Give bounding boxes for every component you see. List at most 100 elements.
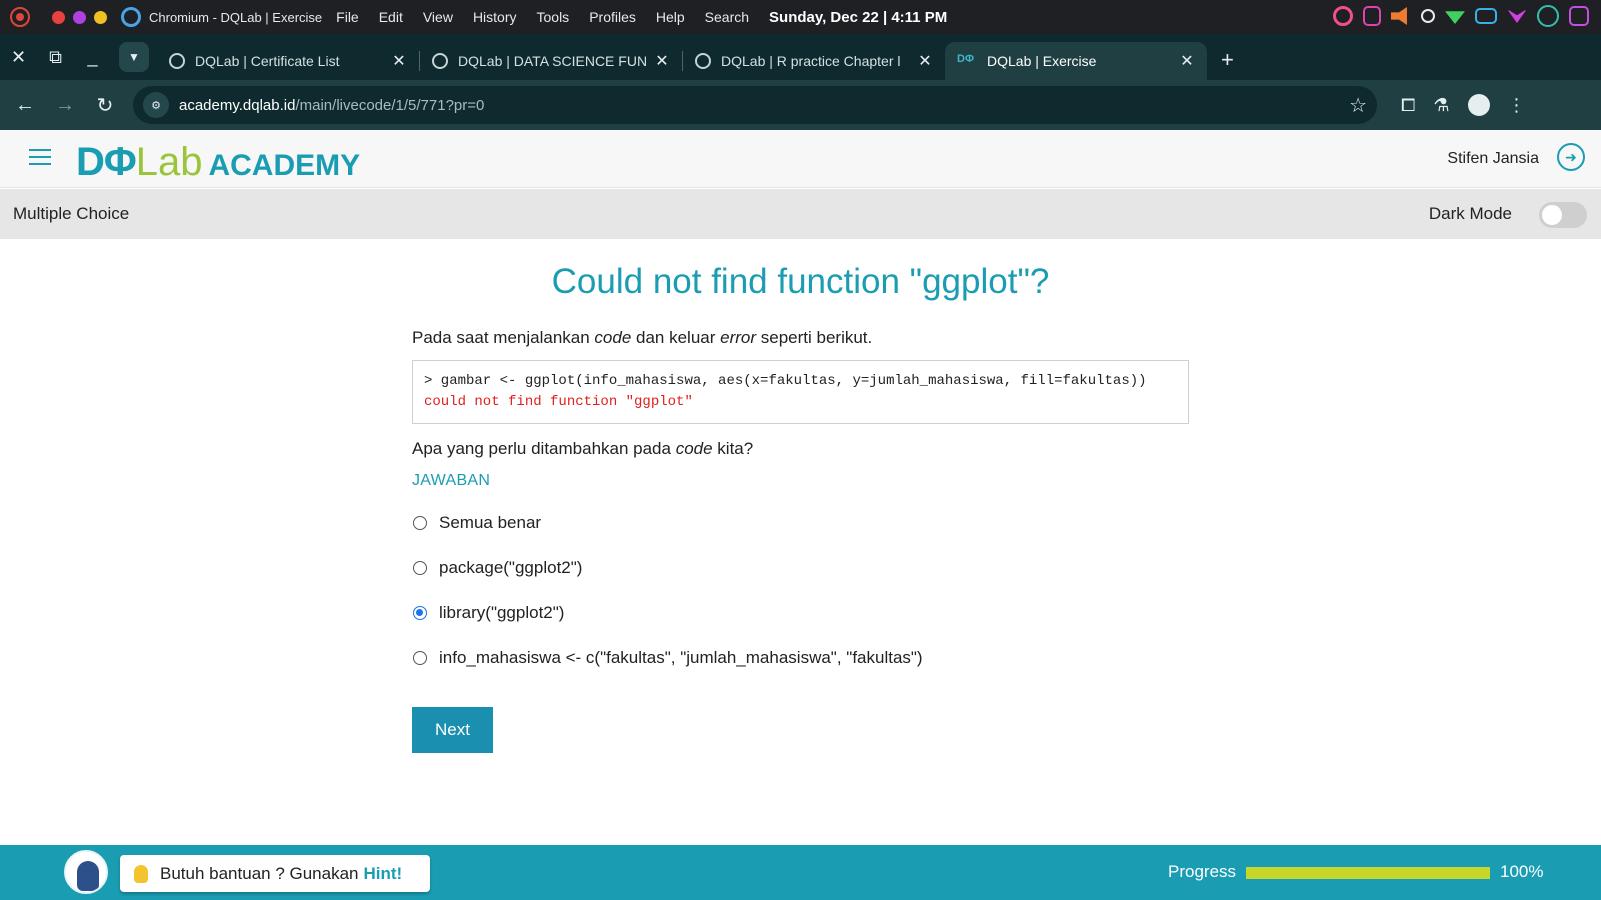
close-dot-icon[interactable] (52, 10, 65, 24)
reload-icon[interactable]: ↻ (85, 85, 125, 125)
os-launcher-icon[interactable] (10, 7, 30, 27)
answer-options: Semua benar package("ggplot2") library("… (412, 500, 1192, 680)
window-traffic-lights (52, 10, 107, 24)
url-path: /main/livecode/1/5/771?pr=0 (295, 96, 485, 114)
user-name[interactable]: Stifen Jansia (1447, 150, 1539, 168)
new-tab-plus-icon[interactable]: + (1221, 47, 1234, 73)
forward-arrow-icon[interactable]: → (45, 85, 85, 125)
menu-profiles[interactable]: Profiles (589, 9, 636, 25)
extensions-puzzle-icon[interactable]: ⧠ (1401, 95, 1415, 116)
tab-close-icon[interactable]: ✕ (917, 51, 933, 71)
radio-button[interactable] (413, 560, 427, 575)
tab-data-science-fund[interactable]: DQLab | DATA SCIENCE FUND ✕ (420, 42, 682, 80)
menu-view[interactable]: View (423, 9, 453, 25)
exercise-subheader: Multiple Choice Dark Mode (0, 189, 1601, 239)
tab-close-icon[interactable]: ✕ (391, 51, 407, 71)
option-label[interactable]: Semua benar (439, 513, 541, 533)
tab-title: DQLab | Exercise (987, 53, 1097, 69)
radio-button[interactable] (413, 650, 427, 665)
bookmark-star-icon[interactable]: ☆ (1349, 93, 1367, 118)
hint-box[interactable]: Butuh bantuan ? Gunakan Hint! (120, 855, 430, 892)
answer-option[interactable]: info_mahasiswa <- c("fakultas", "jumlah_… (412, 635, 1192, 680)
tab-title: DQLab | Certificate List (195, 53, 340, 69)
tab-r-practice[interactable]: DQLab | R practice Chapter l ✕ (683, 42, 945, 80)
option-label[interactable]: info_mahasiswa <- c("fakultas", "jumlah_… (439, 648, 923, 668)
address-bar[interactable]: ⚙ academy.dqlab.id/main/livecode/1/5/771… (133, 86, 1377, 124)
os-top-bar: Chromium - DQLab | Exercise File Edit Vi… (0, 0, 1601, 34)
dark-mode-label: Dark Mode (1428, 204, 1512, 223)
radio-button-selected[interactable] (413, 605, 427, 620)
labs-flask-icon[interactable]: ⚗ (1433, 95, 1449, 116)
exercise-type-label: Multiple Choice (13, 204, 130, 223)
volume-icon[interactable] (1391, 7, 1407, 25)
mascot-avatar (64, 850, 108, 894)
progress-bar-fill (1246, 867, 1490, 879)
hint-text: Butuh bantuan ? Gunakan (160, 863, 359, 883)
system-tray (1333, 5, 1589, 27)
answer-option[interactable]: library("ggplot2") (412, 590, 1192, 635)
dqlab-favicon-icon: DΦ (957, 53, 974, 65)
site-info-icon[interactable]: ⚙ (143, 92, 169, 118)
focus-icon[interactable] (1333, 6, 1353, 26)
menu-history[interactable]: History (473, 9, 517, 25)
tab-close-icon[interactable]: ✕ (1179, 51, 1195, 71)
close-window-icon[interactable]: ✕ (0, 34, 37, 80)
url-host: academy.dqlab.id (179, 96, 296, 114)
code-line: > gambar <- ggplot(info_mahasiswa, aes(x… (424, 373, 1147, 389)
logo-lab: Lab (135, 140, 203, 184)
progress-label: Progress (1168, 862, 1237, 881)
wifi-icon[interactable] (1445, 11, 1465, 24)
code-error-line: could not find function "ggplot" (424, 394, 693, 410)
radio-button[interactable] (413, 515, 427, 530)
menu-file[interactable]: File (336, 9, 359, 25)
hint-link[interactable]: Hint! (364, 864, 403, 884)
menu-search[interactable]: Search (705, 9, 749, 25)
restore-window-icon[interactable]: ⧉ (37, 34, 74, 80)
question-text: Apa yang perlu ditambahkan pada code kit… (412, 439, 754, 458)
code-output-box: > gambar <- ggplot(info_mahasiswa, aes(x… (412, 360, 1189, 424)
tab-close-icon[interactable]: ✕ (654, 51, 670, 71)
lightbulb-icon (134, 864, 148, 883)
profile-avatar-icon[interactable] (1467, 94, 1490, 116)
tab-exercise[interactable]: DΦ DQLab | Exercise ✕ (945, 42, 1207, 80)
question-title: Could not find function "ggplot"? (551, 262, 1050, 301)
globe-icon (169, 53, 185, 69)
site-header: DΦ Lab ACADEMY Stifen Jansia ➜ (0, 130, 1601, 188)
chromium-icon (121, 7, 141, 27)
kebab-menu-icon[interactable]: ⋮ (1508, 95, 1526, 116)
back-arrow-icon[interactable]: ← (5, 85, 45, 125)
answer-option[interactable]: Semua benar (412, 500, 1192, 545)
minimize-dot-icon[interactable] (73, 10, 86, 24)
browser-tab-strip: ✕ ⧉ _ ▼ DQLab | Certificate List ✕ DQLab… (0, 34, 1601, 80)
hamburger-menu-icon[interactable] (29, 149, 51, 166)
progress-percent: 100% (1500, 862, 1544, 881)
progress-bar (1246, 867, 1490, 879)
heart-icon[interactable] (1507, 9, 1527, 23)
dark-mode-toggle[interactable] (1539, 202, 1587, 228)
battery-icon[interactable] (1475, 8, 1497, 24)
option-label[interactable]: package("ggplot2") (439, 558, 582, 578)
power-icon[interactable] (1537, 5, 1559, 27)
browser-toolbar: ← → ↻ ⚙ academy.dqlab.id/main/livecode/1… (0, 80, 1601, 130)
option-label[interactable]: library("ggplot2") (439, 603, 564, 623)
maximize-dot-icon[interactable] (94, 10, 107, 24)
logout-arrow-icon[interactable]: ➜ (1557, 143, 1585, 171)
os-clock[interactable]: Sunday, Dec 22 | 4:11 PM (769, 9, 947, 26)
tab-certificate-list[interactable]: DQLab | Certificate List ✕ (157, 42, 419, 80)
tab-search-chevron-icon[interactable]: ▼ (119, 42, 149, 72)
tab-title: DQLab | R practice Chapter l (721, 53, 901, 69)
menu-help[interactable]: Help (656, 9, 685, 25)
logo-dq: DΦ (76, 140, 137, 184)
activity-icon[interactable] (1569, 6, 1589, 26)
tab-title: DQLab | DATA SCIENCE FUND (458, 53, 646, 69)
menu-tools[interactable]: Tools (537, 9, 570, 25)
minimize-window-icon[interactable]: _ (74, 34, 111, 80)
dqlab-academy-logo[interactable]: DΦ Lab ACADEMY (76, 140, 360, 184)
os-menu-bar: File Edit View History Tools Profiles He… (336, 9, 749, 25)
next-button[interactable]: Next (412, 707, 493, 753)
answer-option[interactable]: package("ggplot2") (412, 545, 1192, 590)
menu-edit[interactable]: Edit (379, 9, 403, 25)
notes-icon[interactable] (1363, 6, 1381, 26)
brightness-icon[interactable] (1421, 9, 1435, 23)
intro-text: Pada saat menjalankan code dan keluar er… (412, 328, 873, 347)
